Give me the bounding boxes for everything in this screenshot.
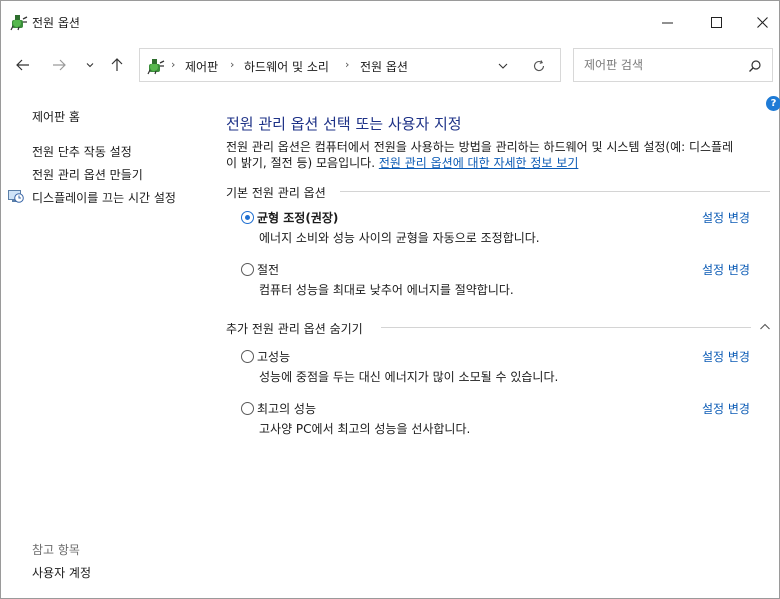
display-off-time-link[interactable]: 디스플레이를 끄는 시간 설정	[32, 189, 176, 206]
window-title: 전원 옵션	[32, 16, 80, 30]
breadcrumb-separator: ›	[230, 58, 235, 71]
refresh-icon	[533, 60, 545, 72]
breadcrumb-power-options[interactable]: 전원 옵션	[360, 58, 408, 75]
breadcrumb-separator: ›	[345, 58, 350, 71]
arrow-right-icon	[53, 59, 66, 71]
chevron-down-icon	[498, 63, 508, 69]
plan-power-saver-radio[interactable]	[241, 263, 254, 276]
plan-high-performance-change-settings-link[interactable]: 설정 변경	[702, 348, 750, 365]
breadcrumb-hardware-sound[interactable]: 하드웨어 및 소리	[244, 58, 329, 75]
close-button[interactable]	[739, 1, 780, 43]
collapse-additional-plans-button[interactable]	[757, 320, 773, 334]
plan-high-performance-name[interactable]: 고성능	[257, 348, 290, 365]
breadcrumb-separator: ›	[171, 58, 176, 71]
plan-ultimate-performance-name[interactable]: 최고의 성능	[257, 400, 316, 417]
plan-balanced-description: 에너지 소비와 성능 사이의 균형을 자동으로 조정합니다.	[259, 231, 540, 245]
section-divider	[340, 191, 770, 192]
address-bar[interactable]: › 제어판 › 하드웨어 및 소리 › 전원 옵션	[139, 48, 561, 82]
arrow-left-icon	[16, 59, 29, 71]
navigation-bar: › 제어판 › 하드웨어 및 소리 › 전원 옵션	[1, 43, 779, 87]
description-text-line2: 이 밝기, 절전 등) 모음입니다.	[226, 156, 379, 170]
plan-power-saver-description: 컴퓨터 성능을 최대로 낮추어 에너지를 절약합니다.	[259, 283, 514, 297]
search-icon	[749, 60, 761, 72]
plan-ultimate-performance-change-settings-link[interactable]: 설정 변경	[702, 400, 750, 417]
minimize-icon	[661, 22, 673, 23]
plan-balanced-radio[interactable]	[241, 211, 254, 224]
refresh-button[interactable]	[530, 57, 548, 75]
forward-button[interactable]	[47, 53, 71, 77]
maximize-button[interactable]	[693, 1, 739, 43]
maximize-icon	[710, 16, 722, 28]
help-button[interactable]: ?	[766, 96, 780, 111]
section-divider	[381, 327, 751, 328]
plan-high-performance-radio[interactable]	[241, 350, 254, 363]
plan-balanced-name[interactable]: 균형 조정(권장)	[257, 209, 338, 226]
back-button[interactable]	[11, 53, 35, 77]
control-panel-icon	[147, 59, 165, 75]
power-options-icon	[10, 15, 28, 31]
recent-locations-button[interactable]	[78, 53, 102, 77]
power-button-behavior-link[interactable]: 전원 단추 작동 설정	[32, 143, 132, 160]
chevron-up-icon	[760, 323, 770, 330]
arrow-up-icon	[111, 58, 123, 71]
page-description: 전원 관리 옵션은 컴퓨터에서 전원을 사용하는 방법을 관리하는 하드웨어 및…	[226, 139, 774, 171]
title-bar: 전원 옵션	[1, 1, 779, 43]
address-dropdown-button[interactable]	[494, 57, 512, 75]
plan-high-performance-description: 성능에 중점을 두는 대신 에너지가 많이 소모될 수 있습니다.	[259, 370, 559, 384]
minimize-button[interactable]	[644, 1, 690, 43]
plan-power-saver-change-settings-link[interactable]: 설정 변경	[702, 261, 750, 278]
see-also-title: 참고 항목	[32, 543, 80, 557]
user-accounts-link[interactable]: 사용자 계정	[32, 564, 91, 581]
default-plans-header: 기본 전원 관리 옵션	[226, 186, 326, 200]
description-text-line1: 전원 관리 옵션은 컴퓨터에서 전원을 사용하는 방법을 관리하는 하드웨어 및…	[226, 140, 734, 154]
power-options-window: 전원 옵션 › 제어판 › 하드웨어 및 소리 › 전원 옵션 제어판 검색 ?…	[0, 0, 780, 599]
breadcrumb-control-panel[interactable]: 제어판	[185, 58, 218, 75]
plan-balanced-change-settings-link[interactable]: 설정 변경	[702, 209, 750, 226]
create-power-plan-link[interactable]: 전원 관리 옵션 만들기	[32, 166, 143, 183]
plan-power-saver-name[interactable]: 절전	[257, 261, 279, 278]
search-box	[573, 48, 773, 82]
chevron-down-icon	[86, 63, 94, 68]
control-panel-home-link[interactable]: 제어판 홈	[32, 108, 80, 125]
plan-ultimate-performance-description: 고사양 PC에서 최고의 성능을 선사합니다.	[259, 422, 471, 436]
display-timer-icon	[8, 190, 24, 203]
page-title: 전원 관리 옵션 선택 또는 사용자 지정	[226, 115, 462, 133]
additional-plans-header[interactable]: 추가 전원 관리 옵션 숨기기	[226, 320, 363, 337]
close-icon	[756, 16, 768, 28]
search-input[interactable]	[575, 50, 735, 80]
search-button[interactable]	[746, 57, 764, 75]
up-button[interactable]	[105, 53, 129, 77]
plan-ultimate-performance-radio[interactable]	[241, 402, 254, 415]
learn-more-link[interactable]: 전원 관리 옵션에 대한 자세한 정보 보기	[379, 156, 579, 170]
